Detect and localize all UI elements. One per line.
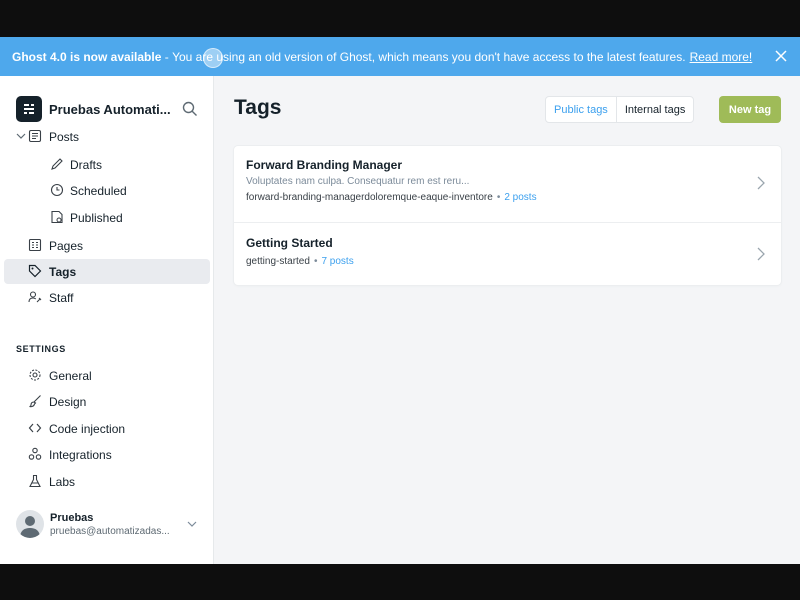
tag-description: Voluptates nam culpa. Consequatur rem es… [246,176,470,187]
sidebar-item-label: Posts [49,130,80,144]
banner-read-more-link[interactable]: Read more! [690,50,753,64]
sidebar-item-published[interactable]: Published [4,205,210,230]
avatar[interactable] [16,510,44,538]
tab-internal-tags[interactable]: Internal tags [615,97,694,122]
search-icon[interactable] [182,101,198,117]
site-logo-icon [24,104,34,114]
chevron-right-icon[interactable] [756,175,766,191]
user-avatar-icon [20,516,40,538]
new-tag-button[interactable]: New tag [719,96,781,123]
code-icon [28,423,42,433]
tag-list: Forward Branding Manager Voluptates nam … [234,146,781,285]
tag-type-switch: Public tags Internal tags [545,96,695,123]
staff-icon [28,291,42,303]
pencil-icon [51,158,63,170]
sidebar-item-label: General [49,369,92,383]
table-row[interactable]: Getting Started getting-started • 7 posts [234,222,781,285]
sidebar-item-general[interactable]: General [4,363,210,388]
tab-public-tags[interactable]: Public tags [546,97,616,122]
sidebar-item-label: Staff [49,291,74,305]
sidebar-item-pages[interactable]: Pages [4,233,210,258]
tag-post-count[interactable]: 2 posts [504,192,536,203]
sidebar-item-design[interactable]: Design [4,389,210,414]
update-banner: Ghost 4.0 is now available - You are usi… [0,37,800,76]
flask-icon [29,474,41,488]
sidebar-item-staff[interactable]: Staff [4,285,210,310]
cursor-indicator [203,48,223,68]
banner-title: Ghost 4.0 is now available [12,49,162,64]
letterbox-top [0,0,800,37]
sidebar-item-label: Code injection [49,422,126,436]
meta-separator: • [496,192,501,203]
published-icon [51,210,63,224]
chevron-down-icon[interactable] [16,131,26,141]
integrations-icon [28,447,42,460]
user-menu[interactable]: Pruebas pruebas@automatizadas... [16,510,206,540]
app-shell: Pruebas Automati... Posts Drafts Schedul… [0,76,800,564]
sidebar-item-integrations[interactable]: Integrations [4,442,210,467]
sidebar: Pruebas Automati... Posts Drafts Schedul… [0,76,214,564]
meta-separator: • [313,256,318,267]
sidebar-item-posts[interactable]: Posts [4,124,210,149]
site-logo [16,96,42,122]
tag-name[interactable]: Getting Started [246,236,333,250]
letterbox-bottom [0,564,800,600]
close-icon[interactable] [774,49,788,63]
posts-icon [28,129,42,143]
chevron-down-icon[interactable] [186,518,198,530]
sidebar-item-label: Tags [49,265,77,279]
settings-section-label: SETTINGS [16,344,66,354]
brush-icon [29,395,41,408]
table-row[interactable]: Forward Branding Manager Voluptates nam … [234,146,781,222]
sidebar-item-label: Published [70,211,123,225]
clock-icon [50,183,64,197]
sidebar-item-scheduled[interactable]: Scheduled [4,178,210,203]
tag-meta: getting-started • 7 posts [246,256,354,267]
banner-dash: - [161,49,173,64]
tag-name[interactable]: Forward Branding Manager [246,158,402,172]
tag-slug: forward-branding-managerdoloremque-eaque… [246,192,493,203]
sidebar-item-code-injection[interactable]: Code injection [4,416,210,441]
sidebar-item-label: Pages [49,239,84,253]
sidebar-item-label: Design [49,395,87,409]
sidebar-item-drafts[interactable]: Drafts [4,152,210,177]
banner-message: You are using an old version of Ghost, w… [172,49,686,64]
chevron-right-icon[interactable] [756,246,766,262]
sidebar-item-label: Drafts [70,158,103,172]
sidebar-item-tags[interactable]: Tags [4,259,210,284]
tag-post-count[interactable]: 7 posts [321,256,353,267]
tag-icon [28,264,42,278]
tag-meta: forward-branding-managerdoloremque-eaque… [246,192,537,203]
user-name: Pruebas [50,512,94,524]
page-title: Tags [234,96,282,119]
site-brand[interactable]: Pruebas Automati... [16,96,171,122]
sidebar-item-label: Integrations [49,448,112,462]
gear-icon [29,369,41,381]
user-email: pruebas@automatizadas... [50,526,170,537]
sidebar-item-label: Labs [49,475,76,489]
site-title: Pruebas Automati... [49,101,171,117]
tag-slug: getting-started [246,256,310,267]
pages-icon [28,238,42,252]
sidebar-item-label: Scheduled [70,184,127,198]
sidebar-item-labs[interactable]: Labs [4,469,210,494]
